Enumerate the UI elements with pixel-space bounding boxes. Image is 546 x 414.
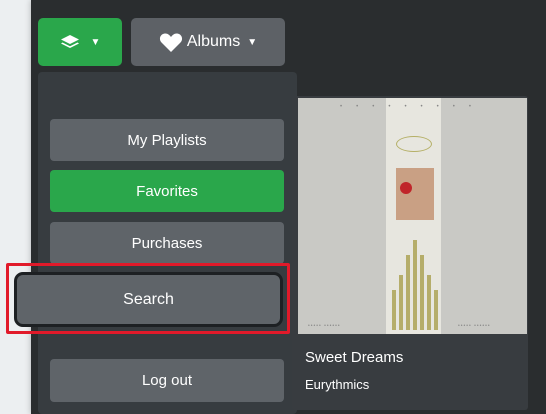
menu-item-favorites[interactable]: Favorites — [50, 170, 284, 212]
heart-icon — [159, 32, 183, 53]
caret-down-icon: ▼ — [90, 36, 101, 48]
menu-item-label: Favorites — [136, 182, 198, 200]
album-title[interactable]: Sweet Dreams — [305, 349, 403, 366]
menu-item-search[interactable]: Search — [14, 272, 283, 327]
cover-bar — [392, 290, 396, 330]
cover-footer-text: ••••• •••••• — [458, 323, 491, 329]
cover-photo — [396, 168, 434, 220]
layers-dropdown-button[interactable]: ▼ — [38, 18, 122, 66]
menu-item-label: Purchases — [131, 234, 203, 252]
cover-bar — [399, 275, 403, 330]
menu-item-label: Search — [123, 290, 174, 308]
cover-heart-icon — [400, 182, 412, 194]
layers-icon — [60, 34, 80, 50]
cover-logo — [396, 136, 432, 152]
cover-bar — [427, 275, 431, 330]
menu-item-label: My Playlists — [127, 131, 207, 149]
albums-dropdown-button[interactable]: Albums ▼ — [131, 18, 285, 66]
menu-item-log-out[interactable]: Log out — [50, 359, 284, 402]
menu-item-label: Log out — [141, 372, 193, 389]
cover-bar — [406, 255, 410, 330]
album-artist[interactable]: Eurythmics — [305, 377, 369, 392]
albums-label: Albums — [186, 33, 241, 50]
cover-bar — [434, 290, 438, 330]
menu-item-my-playlists[interactable]: My Playlists — [50, 119, 284, 161]
cover-footer-text: ••••• •••••• — [308, 323, 341, 329]
album-cover[interactable]: ••••••••• ••••• •••••• ••••• •••••• — [298, 98, 527, 334]
caret-down-icon: ▼ — [247, 36, 258, 48]
cover-lettering: ••••••••• — [340, 104, 485, 110]
cover-bar — [420, 255, 424, 330]
cover-bar — [413, 240, 417, 330]
menu-item-purchases[interactable]: Purchases — [50, 222, 284, 264]
